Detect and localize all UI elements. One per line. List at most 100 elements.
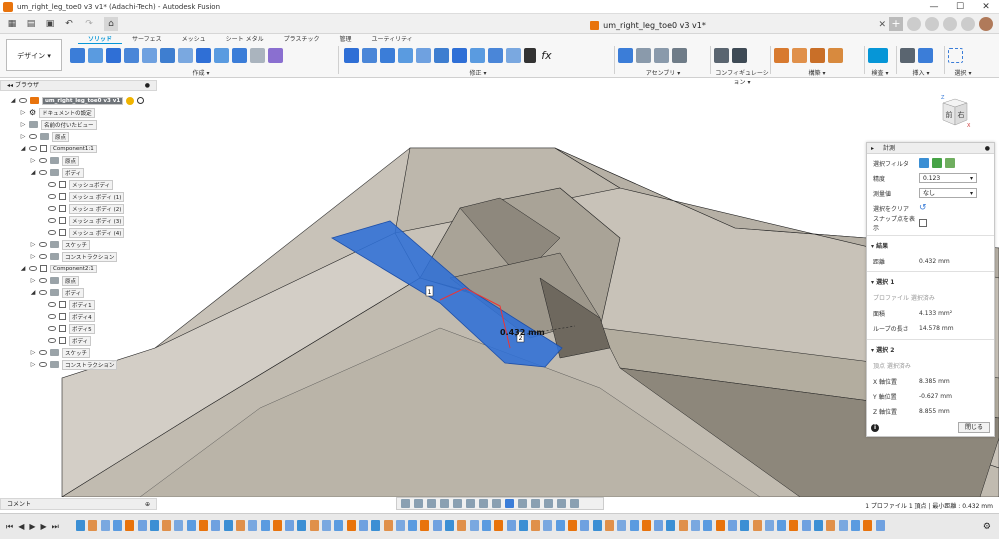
timeline-feature-icon[interactable]	[604, 520, 614, 531]
box-icon[interactable]	[214, 47, 229, 63]
tree-item-body[interactable]: ボディ	[48, 335, 92, 346]
timeline-feature-icon[interactable]	[272, 520, 282, 531]
visibility-eye-icon[interactable]	[39, 158, 47, 163]
snap-points-checkbox[interactable]	[919, 219, 927, 227]
timeline-feature-icon[interactable]	[518, 520, 528, 531]
timeline-feature-icon[interactable]	[149, 520, 159, 531]
tree-item-sketches[interactable]: ▷ スケッチ	[30, 347, 91, 358]
timeline-feature-icon[interactable]	[740, 520, 750, 531]
timeline-feature-icon[interactable]	[568, 520, 577, 531]
timeline-feature-icon[interactable]	[112, 520, 122, 531]
pan-icon[interactable]	[427, 499, 436, 508]
activate-radio-icon[interactable]	[137, 97, 145, 104]
replace-face-icon[interactable]	[488, 47, 503, 63]
visibility-eye-icon[interactable]	[48, 302, 56, 307]
tree-item-construction[interactable]: ▷ コンストラクション	[30, 251, 118, 262]
unit-dropdown[interactable]: なし	[919, 188, 977, 198]
motion-link-icon[interactable]	[672, 47, 687, 63]
tree-item-mesh-body-1[interactable]: メッシュ ボディ (1)	[48, 191, 125, 202]
home-icon[interactable]: ⌂	[104, 17, 118, 31]
pin-icon[interactable]: ●	[145, 81, 150, 91]
tab-surface[interactable]: サーフェス	[122, 35, 172, 44]
configure-group-label[interactable]: コンフィギュレーション ▾	[714, 68, 770, 86]
timeline-feature-icon[interactable]	[346, 520, 356, 531]
timeline-feature-icon[interactable]	[703, 520, 713, 531]
timeline-feature-icon[interactable]	[420, 520, 430, 531]
collapse-icon[interactable]: ◂◂	[7, 82, 15, 89]
timeline-feature-icon[interactable]	[309, 520, 319, 531]
timeline-feature-icon[interactable]	[457, 520, 467, 531]
selection1-section-title[interactable]: ▾ 選択 1	[871, 277, 894, 286]
grid-menu-icon[interactable]: ▦	[6, 17, 18, 31]
tree-item-bodies[interactable]: ◢ ボディ	[30, 287, 85, 298]
combine-icon[interactable]	[452, 47, 467, 63]
loft-icon[interactable]	[160, 47, 175, 63]
timeline-feature-icon[interactable]	[162, 520, 172, 531]
visibility-eye-icon[interactable]	[48, 194, 56, 199]
expand-arrow-icon[interactable]: ▷	[20, 109, 26, 116]
viewports-icon[interactable]	[492, 499, 501, 508]
data-panel-icon[interactable]	[907, 17, 921, 31]
shell-icon[interactable]	[398, 47, 413, 63]
timeline-feature-icon[interactable]	[88, 520, 98, 531]
timeline-settings-icon[interactable]: ⚙	[983, 522, 991, 532]
timeline-feature-icon[interactable]	[764, 520, 774, 531]
timeline-feature-icon[interactable]	[100, 520, 110, 531]
tree-item-component2[interactable]: ◢ Component2:1	[20, 263, 97, 274]
insert-group-label[interactable]: 挿入 ▾	[900, 68, 942, 77]
visibility-eye-icon[interactable]	[48, 326, 56, 331]
modify-group-label[interactable]: 修正 ▾	[344, 68, 612, 77]
timeline-feature-icon[interactable]	[137, 520, 147, 531]
expand-arrow-icon[interactable]: ▷	[30, 241, 36, 248]
timeline-feature-icon[interactable]	[789, 520, 799, 531]
visibility-eye-icon[interactable]	[48, 230, 56, 235]
save-icon[interactable]: ▣	[44, 17, 56, 31]
avatar[interactable]	[979, 17, 993, 31]
move-icon[interactable]	[524, 47, 536, 63]
tree-item-construction[interactable]: ▷ コンストラクション	[30, 359, 118, 370]
next-step-icon[interactable]: ▶	[41, 522, 47, 532]
visual-style-icon[interactable]	[505, 499, 514, 508]
select-group-label[interactable]: 選択 ▾	[948, 68, 978, 77]
timeline-feature-icon[interactable]	[654, 520, 664, 531]
tab-sheet-metal[interactable]: シート メタル	[216, 35, 274, 44]
timeline-feature-icon[interactable]	[481, 520, 491, 531]
tab-solid[interactable]: ソリッド	[78, 35, 123, 44]
plane-at-angle-icon[interactable]	[792, 47, 807, 63]
workspace-switcher[interactable]: デザイン ▾	[6, 39, 62, 71]
tree-item-body1[interactable]: ボディ1	[48, 299, 95, 310]
environment-icon[interactable]	[531, 499, 540, 508]
create-form-icon[interactable]	[88, 47, 103, 63]
filter-body-icon[interactable]	[932, 158, 942, 168]
document-tab[interactable]: um_right_leg_toe0 v3 v1* ✕	[398, 16, 898, 34]
expand-arrow-icon[interactable]: ▷	[30, 361, 36, 368]
timeline-feature-icon[interactable]	[850, 520, 860, 531]
timeline-feature-icon[interactable]	[727, 520, 737, 531]
timeline-feature-icon[interactable]	[826, 520, 836, 531]
close-window-button[interactable]: ✕	[973, 0, 999, 14]
orbit-icon[interactable]	[401, 499, 410, 508]
visibility-eye-icon[interactable]	[39, 170, 47, 175]
tree-item-body5[interactable]: ボディ5	[48, 323, 95, 334]
timeline-feature-icon[interactable]	[174, 520, 184, 531]
collapse-icon[interactable]: ▸	[871, 143, 874, 154]
configure-icon[interactable]	[714, 47, 729, 63]
timeline-feature-icon[interactable]	[285, 520, 295, 531]
chamfer-icon[interactable]	[380, 47, 395, 63]
camera-icon[interactable]	[570, 499, 579, 508]
tree-item-sketches[interactable]: ▷ スケッチ	[30, 239, 91, 250]
table-icon[interactable]	[732, 47, 747, 63]
tree-item-origin[interactable]: ▷ 原点	[20, 131, 70, 142]
timeline-feature-icon[interactable]	[199, 520, 208, 531]
tree-item-bodies[interactable]: ◢ ボディ	[30, 167, 85, 178]
expand-arrow-icon[interactable]: ▷	[30, 277, 36, 284]
derive-icon[interactable]	[268, 47, 283, 63]
visibility-eye-icon[interactable]	[48, 218, 56, 223]
timeline-feature-icon[interactable]	[371, 520, 381, 531]
tab-utilities[interactable]: ユーティリティ	[362, 35, 423, 44]
maximize-button[interactable]: ☐	[947, 0, 973, 14]
visibility-eye-icon[interactable]	[29, 266, 37, 271]
offset-plane-icon[interactable]	[774, 47, 789, 63]
tab-manage[interactable]: 管理	[329, 35, 361, 44]
expand-arrow-icon[interactable]: ◢	[30, 169, 36, 176]
